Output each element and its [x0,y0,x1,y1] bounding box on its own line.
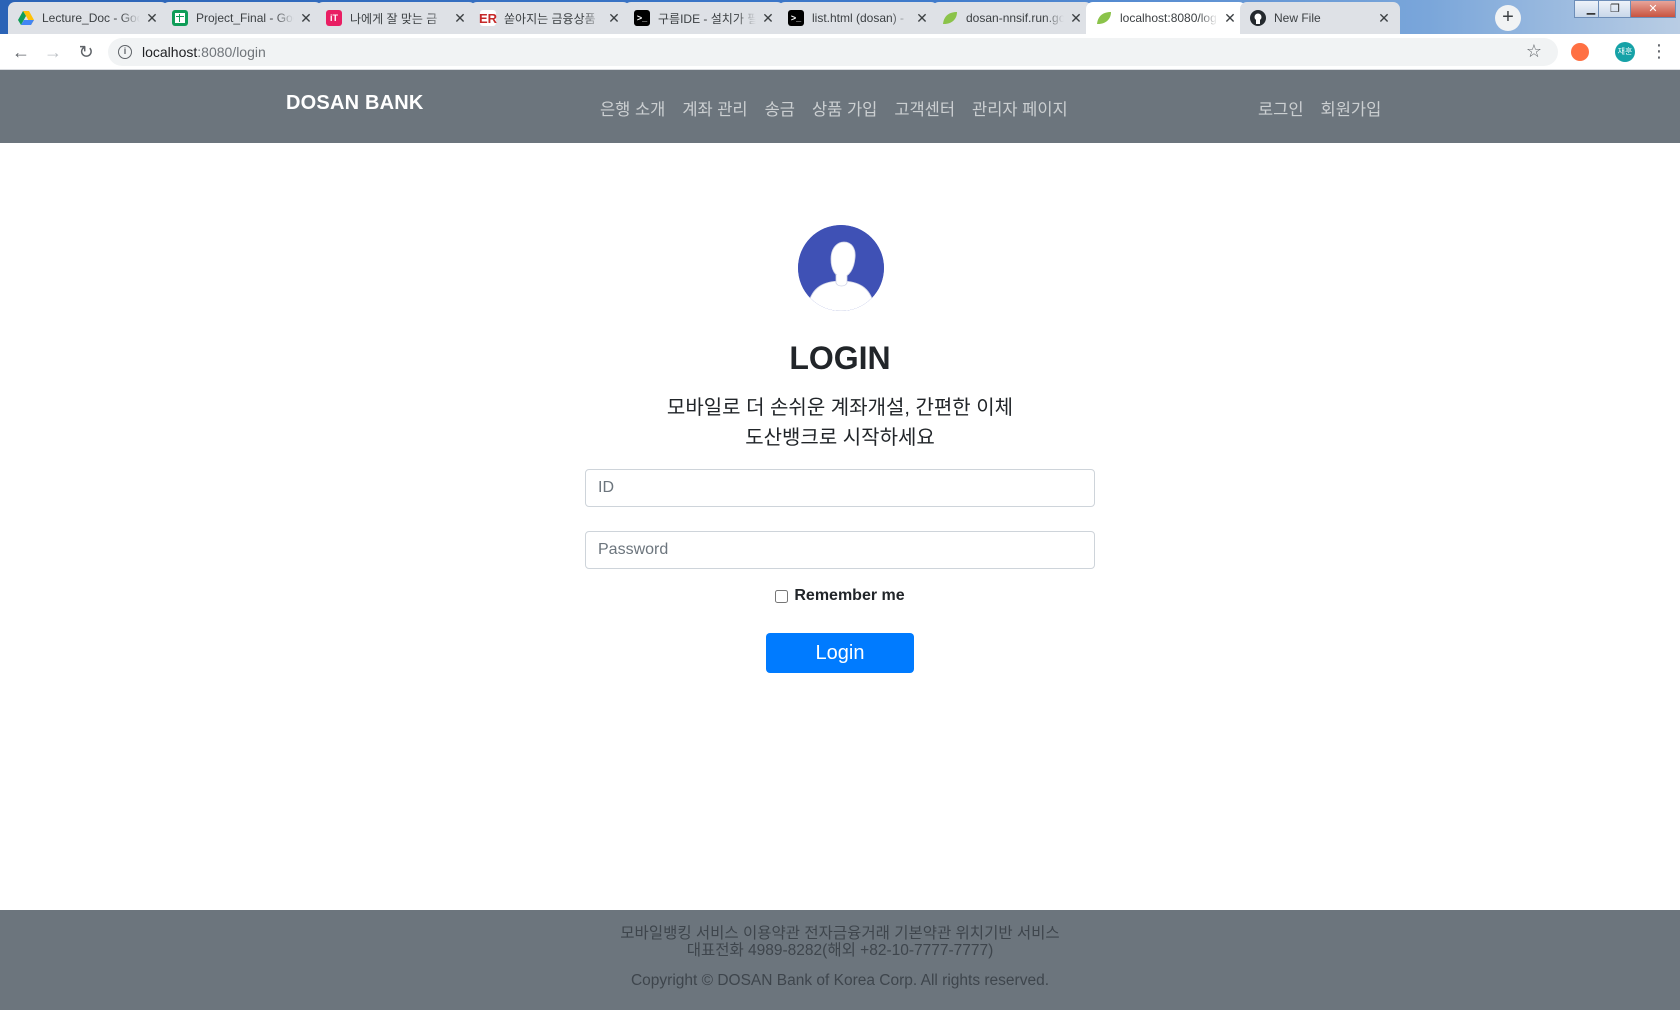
id-input[interactable] [585,469,1095,507]
login-subtitle-line: 모바일로 더 손쉬운 계좌개설, 간편한 이체 [666,397,1014,419]
footer-links: 모바일뱅킹 서비스 이용약관 전자금융거래 기본약관 위치기반 서비스 [620,925,1060,942]
close-icon[interactable]: ✕ [1376,10,1392,27]
back-arrow-icon[interactable]: ← [10,41,32,63]
close-icon[interactable]: ✕ [452,10,468,27]
main-nav: 은행 소개 계좌 관리 송금 상품 가입 고객센터 관리자 페이지 [600,96,1085,120]
site-navbar: DOSAN BANK 은행 소개 계좌 관리 송금 상품 가입 고객센터 관리자… [0,70,1680,143]
terminal-icon: >_ [788,10,804,26]
browser-tab[interactable]: iT 나에게 잘 맞는 금 ✕ [316,2,476,34]
login-button[interactable]: Login [766,633,914,673]
finance-app-icon: iT [326,10,342,26]
close-icon[interactable]: ✕ [298,10,314,27]
remember-me-label[interactable]: Remember me [794,587,904,605]
close-icon[interactable]: ✕ [914,10,930,27]
tab-title: list.html (dosan) - [812,11,905,25]
auth-nav: 로그인 회원가입 [1258,96,1398,120]
maximize-button[interactable]: ❐ [1598,0,1632,18]
browser-tab[interactable]: >_ list.html (dosan) - ✕ [778,2,938,34]
nav-link-signup[interactable]: 회원가입 [1321,96,1382,120]
login-subtitle: 모바일로 더 손쉬운 계좌개설, 간편한 이체 도산뱅크로 시작하세요 [0,393,1680,453]
bookmark-star-icon[interactable]: ☆ [1526,41,1542,62]
tab-title: dosan-nnsif.run.go [966,11,1064,25]
spring-leaf-icon [1096,10,1112,26]
github-icon [1250,10,1266,26]
login-title: LOGIN [789,340,891,376]
browser-tab[interactable]: dosan-nnsif.run.go ✕ [932,2,1092,34]
more-vert-icon[interactable]: ⋮ [1650,40,1668,62]
footer-phone: 대표전화 4989-8282(해외 +82-10-7777-7777) [686,942,994,959]
user-avatar-icon [798,225,884,311]
tab-title: 구름IDE - 설치가 필 [658,11,756,26]
browser-tab[interactable]: ER 쏟아지는 금융상품 ✕ [470,2,630,34]
tab-title: Lecture_Doc - Goo [42,11,140,25]
close-icon[interactable]: ✕ [144,10,160,27]
google-sheets-icon [172,10,188,26]
window-close-button[interactable]: ✕ [1630,0,1676,18]
remember-me-checkbox[interactable] [775,589,789,603]
close-icon[interactable]: ✕ [760,10,776,27]
spring-leaf-icon [942,10,958,26]
reload-icon[interactable]: ↻ [75,41,97,63]
site-footer: 모바일뱅킹 서비스 이용약관 전자금융거래 기본약관 위치기반 서비스 대표전화… [0,910,1680,1010]
nav-link-products[interactable]: 상품 가입 [812,96,877,120]
address-bar[interactable]: i localhost:8080/login ☆ [108,38,1558,66]
password-input[interactable] [585,531,1095,569]
browser-tab[interactable]: New File ✕ [1240,2,1400,34]
browser-tab[interactable]: Lecture_Doc - Goo ✕ [8,2,168,34]
url-text: localhost:8080/login [142,44,266,60]
nav-link-transfer[interactable]: 송금 [765,96,795,120]
extension-icon[interactable] [1571,43,1589,61]
login-subtitle-line: 도산뱅크로 시작하세요 [745,427,935,449]
tab-title: 쏟아지는 금융상품 [504,11,596,26]
forward-arrow-icon[interactable]: → [42,41,64,63]
close-icon[interactable]: ✕ [1068,10,1084,27]
browser-tab-bar: Lecture_Doc - Goo ✕ Project_Final - Goo … [0,0,1680,34]
tab-title: New File [1274,11,1321,25]
browser-tab[interactable]: >_ 구름IDE - 설치가 필 ✕ [624,2,784,34]
browser-tab[interactable]: Project_Final - Goo ✕ [162,2,322,34]
nav-link-accounts[interactable]: 계좌 관리 [682,96,747,120]
browser-toolbar: ← → ↻ i localhost:8080/login ☆ 재훈 ⋮ [0,34,1680,70]
terminal-icon: >_ [634,10,650,26]
brand-logo[interactable]: DOSAN BANK [286,92,424,115]
nav-link-support[interactable]: 고객센터 [894,96,955,120]
nav-link-login[interactable]: 로그인 [1258,96,1304,120]
tab-title: 나에게 잘 맞는 금 [350,11,438,26]
footer-copyright: Copyright © DOSAN Bank of Korea Corp. Al… [630,972,1050,989]
tab-title: localhost:8080/log [1120,11,1217,25]
er-icon: ER [478,10,498,26]
new-tab-button[interactable]: + [1495,5,1521,31]
google-drive-icon [18,10,34,26]
close-icon[interactable]: ✕ [606,10,622,27]
close-icon[interactable]: ✕ [1222,10,1238,27]
nav-link-about[interactable]: 은행 소개 [600,96,665,120]
profile-avatar-icon[interactable]: 재훈 [1615,42,1635,62]
remember-me: Remember me [0,587,1680,605]
browser-tab-active[interactable]: localhost:8080/log ✕ [1086,2,1246,34]
tab-title: Project_Final - Goo [196,11,294,25]
nav-link-admin[interactable]: 관리자 페이지 [972,96,1068,120]
info-icon[interactable]: i [118,45,132,59]
